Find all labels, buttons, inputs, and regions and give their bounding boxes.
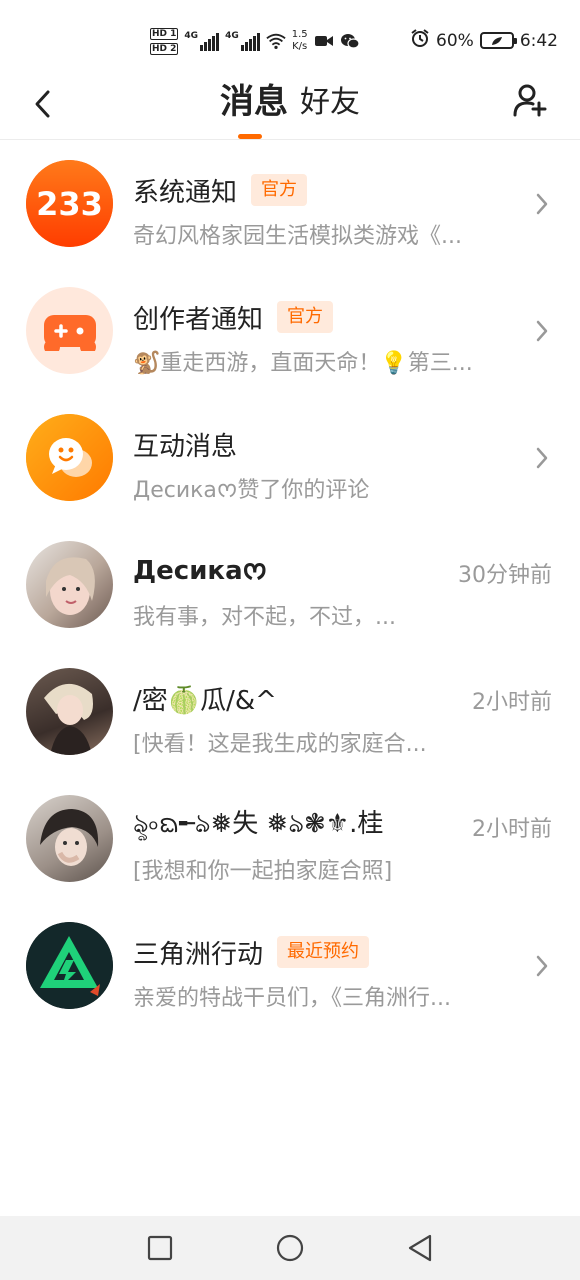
status-bar: HD 1 HD 2 4G 4G 1.5 K/s 60% 6:42: [0, 0, 580, 80]
list-item-interaction-messages[interactable]: 互动消息 Десикаᰔ赞了你的评论: [0, 394, 580, 521]
title-line: ৡ৹ᨳ╾ঌ❅失 ❅ঌ❃⚜.桂: [133, 805, 383, 845]
item-preview: 🐒重走西游，直面天命！💡第三...: [133, 351, 473, 376]
message-list: 233 系统通知 官方 奇幻风格家园生活模拟类游戏《... 创作者通知 官方 🐒…: [0, 140, 580, 1029]
sim2-badge: HD 2: [150, 42, 179, 55]
alarm-icon: [410, 28, 430, 53]
network-type-1: 4G: [184, 31, 199, 41]
list-item-game-reservation[interactable]: 三角洲行动 最近预约 亲爱的特战干员们，《三角洲行...: [0, 902, 580, 1029]
square-icon: [147, 1235, 173, 1261]
title-line: 创作者通知 官方: [133, 297, 334, 337]
svg-text:233: 233: [36, 185, 103, 223]
triangle-back-icon: [408, 1234, 432, 1262]
delta-force-logo: [26, 922, 113, 1009]
circle-icon: [276, 1234, 304, 1262]
network-type-2: 4G: [225, 31, 239, 41]
chevron-right-icon: [532, 319, 552, 343]
user-name: ৡ৹ᨳ╾ঌ❅失 ❅ঌ❃⚜.桂: [133, 809, 384, 839]
system-nav-bar: [0, 1216, 580, 1280]
recent-apps-button[interactable]: [142, 1230, 178, 1266]
sim-indicators: HD 1 HD 2: [150, 27, 179, 55]
title-line: /密🍈瓜/&^: [133, 678, 277, 718]
item-title: 系统通知: [133, 177, 238, 208]
item-preview: 亲爱的特战干员们，《三角洲行...: [133, 986, 451, 1011]
logo-233-icon: 233: [26, 160, 113, 247]
speed-value: 1.5: [291, 29, 308, 40]
title-line: 三角洲行动 最近预约: [133, 932, 370, 972]
item-preview: 奇幻风格家园生活模拟类游戏《...: [133, 224, 462, 249]
user-avatar[interactable]: [26, 668, 113, 755]
status-left: HD 1 HD 2 4G 4G 1.5 K/s: [150, 24, 360, 58]
timestamp: 30分钟前: [458, 563, 552, 588]
title-line: 互动消息: [133, 424, 237, 464]
list-item-creator-notification[interactable]: 创作者通知 官方 🐒重走西游，直面天命！💡第三...: [0, 267, 580, 394]
video-camera-icon: [314, 33, 334, 49]
sim1-badge: HD 1: [150, 27, 179, 40]
speed-unit: K/s: [292, 41, 308, 52]
wechat-icon: [340, 33, 360, 49]
chevron-right-icon: [532, 954, 552, 978]
item-title: 三角洲行动: [133, 939, 264, 970]
recent-reservation-badge: 最近预约: [277, 936, 370, 968]
item-preview: Десикаᰔ赞了你的评论: [133, 478, 370, 503]
app-header: 消息 好友: [0, 80, 580, 140]
status-right: 60% 6:42: [410, 28, 558, 53]
signal-1-icon: 4G: [184, 31, 220, 51]
official-badge: 官方: [251, 174, 308, 206]
list-item-chat[interactable]: /密🍈瓜/&^ [快看！这是我生成的家庭合... 2小时前: [0, 648, 580, 775]
item-preview: [我想和你一起拍家庭合照]: [133, 859, 393, 884]
timestamp: 2小时前: [472, 690, 552, 715]
item-title: 互动消息: [133, 431, 238, 462]
add-friend-button[interactable]: [510, 80, 550, 120]
user-avatar[interactable]: [26, 541, 113, 628]
user-avatar[interactable]: [26, 795, 113, 882]
wifi-icon: [266, 33, 286, 49]
active-tab-indicator: [238, 134, 262, 139]
item-title: 创作者通知: [133, 304, 264, 335]
home-button[interactable]: [272, 1230, 308, 1266]
tab-friends[interactable]: 好友: [300, 82, 360, 124]
list-item-chat[interactable]: ৡ৹ᨳ╾ঌ❅失 ❅ঌ❃⚜.桂 [我想和你一起拍家庭合照] 2小时前: [0, 775, 580, 902]
gamepad-icon: [26, 287, 113, 374]
official-badge: 官方: [277, 301, 334, 333]
item-preview: 我有事，对不起，不过，...: [133, 605, 396, 630]
user-name: Десикаᰔ: [133, 556, 267, 586]
title-line: 系统通知 官方: [133, 170, 308, 210]
battery-icon: [479, 32, 517, 49]
chevron-right-icon: [532, 192, 552, 216]
chat-bubble-icon: [26, 414, 113, 501]
item-preview: [快看！这是我生成的家庭合...: [133, 732, 427, 757]
network-speed: 1.5 K/s: [292, 29, 308, 53]
list-item-chat[interactable]: Десикаᰔ 我有事，对不起，不过，... 30分钟前: [0, 521, 580, 648]
signal-2-icon: 4G: [225, 31, 260, 51]
title-line: Десикаᰔ: [133, 551, 267, 591]
tab-messages[interactable]: 消息: [220, 80, 288, 124]
add-user-icon: [513, 84, 547, 117]
back-nav-button[interactable]: [402, 1230, 438, 1266]
tab-bar: 消息 好友: [0, 80, 580, 124]
user-name: /密🍈瓜/&^: [133, 685, 277, 716]
clock-time: 6:42: [519, 30, 558, 51]
list-item-system-notification[interactable]: 233 系统通知 官方 奇幻风格家园生活模拟类游戏《...: [0, 140, 580, 267]
timestamp: 2小时前: [472, 817, 552, 842]
battery-percent: 60%: [436, 30, 474, 51]
chevron-right-icon: [532, 446, 552, 470]
